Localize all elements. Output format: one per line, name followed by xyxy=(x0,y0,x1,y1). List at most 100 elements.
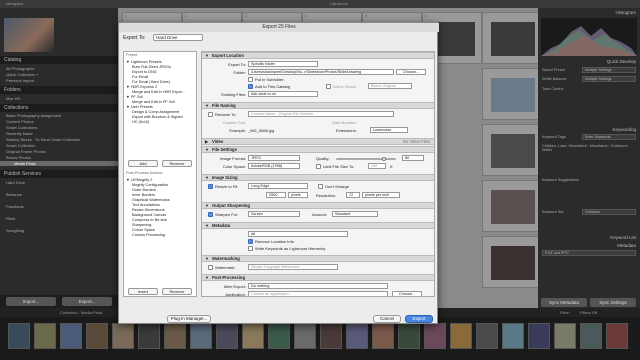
filmstrip-thumb[interactable] xyxy=(320,323,342,349)
preset-group[interactable]: ▼ HDR Express 2 xyxy=(126,85,157,89)
collection-item[interactable]: Recently Made xyxy=(6,131,33,136)
post-group[interactable]: ▼ LR/Mogrify 2 xyxy=(126,178,152,182)
after-export-select[interactable]: Do nothing xyxy=(248,283,388,289)
image-format-select[interactable]: JPEG xyxy=(248,155,300,161)
keywording-header[interactable]: Keywording xyxy=(538,126,640,133)
disclosure-triangle-icon[interactable]: ▼ xyxy=(205,175,209,180)
sharpen-checkbox[interactable] xyxy=(208,212,213,217)
preset-item[interactable]: HC (6x10) xyxy=(132,120,149,124)
folder-path-field[interactable]: /Users/shawnpeel/Desktop/No..r/Slideshow… xyxy=(248,69,394,75)
collection-item[interactable]: Stanley Works - To Send Smart Collection xyxy=(6,137,80,142)
filmstrip-thumb[interactable] xyxy=(294,323,316,349)
filmstrip-thumb[interactable] xyxy=(242,323,264,349)
collection-item-selected[interactable]: Media Picks xyxy=(0,161,118,166)
size-field[interactable]: 2500 xyxy=(266,192,286,198)
disclosure-triangle-icon[interactable]: ▼ xyxy=(205,223,209,228)
catalog-item[interactable]: Quick Collection + xyxy=(6,72,38,77)
keyword-set-select[interactable]: Outdoors xyxy=(582,209,636,215)
catalog-header[interactable]: Catalog xyxy=(0,56,118,64)
post-item[interactable]: Compress to file size xyxy=(132,218,167,222)
resize-mode-select[interactable]: Long Edge xyxy=(248,183,308,189)
section-export-location[interactable]: ▼ Export Location xyxy=(202,52,434,59)
collection-item[interactable]: Smart Collections xyxy=(6,125,37,130)
limit-size-checkbox[interactable] xyxy=(316,164,321,169)
white-balance-select[interactable]: Multiple Settings xyxy=(582,76,636,82)
disclosure-triangle-icon[interactable]: ▼ xyxy=(205,256,209,261)
rename-checkbox[interactable] xyxy=(208,112,213,117)
metadata-set-select[interactable]: EXIF and IPTC xyxy=(542,250,636,256)
choose-application-button[interactable]: Choose... xyxy=(392,291,422,296)
filmstrip-thumb[interactable] xyxy=(606,323,628,349)
preset-item[interactable]: Burn Full-Sized JPEGs xyxy=(132,65,171,69)
cell-thumbnail[interactable] xyxy=(491,134,535,168)
filmstrip-thumb[interactable] xyxy=(476,323,498,349)
filmstrip-source[interactable]: Collection : Media Picks xyxy=(60,310,102,315)
color-space-select[interactable]: AdobeRGB (1998) xyxy=(248,163,300,169)
disclosure-triangle-icon[interactable]: ▼ xyxy=(205,203,209,208)
collections-header[interactable]: Collections xyxy=(0,104,118,112)
section-watermarking[interactable]: ▼ Watermarking xyxy=(202,255,434,262)
collection-item[interactable]: Basic Photography Assignment xyxy=(6,113,61,118)
folders-header[interactable]: Folders xyxy=(0,86,118,94)
cell-thumbnail[interactable] xyxy=(491,246,535,280)
resolution-unit-select[interactable]: pixels per inch xyxy=(362,192,400,198)
catalog-item[interactable]: All Photographs xyxy=(6,66,34,71)
import-button[interactable]: Import... xyxy=(6,297,56,306)
navigator-preview[interactable] xyxy=(4,18,54,52)
preset-item[interactable]: Merge and Edit in PF Gdi xyxy=(132,100,175,104)
post-item[interactable]: Background Canvas xyxy=(132,213,166,217)
cell-thumbnail[interactable] xyxy=(491,190,535,224)
filmstrip-thumb[interactable] xyxy=(190,323,212,349)
remove-preset-button[interactable]: Remove xyxy=(162,160,192,167)
size-unit-select[interactable]: pixels xyxy=(288,192,308,198)
cancel-button[interactable]: Cancel xyxy=(373,315,401,323)
cell-thumbnail[interactable] xyxy=(491,78,535,112)
quick-develop-header[interactable]: Quick Develop xyxy=(538,58,640,65)
filmstrip-thumb[interactable] xyxy=(580,323,602,349)
disclosure-triangle-icon[interactable]: ▼ xyxy=(205,275,209,280)
sharpen-for-select[interactable]: Screen xyxy=(248,211,300,217)
filmstrip-thumb[interactable] xyxy=(424,323,446,349)
section-file-naming[interactable]: ▼ File Naming xyxy=(202,102,434,109)
post-item[interactable]: Colours Processing xyxy=(132,233,165,237)
keyword-tags-select[interactable]: Enter Keywords xyxy=(582,134,636,140)
filmstrip-thumb[interactable] xyxy=(398,323,420,349)
collection-item[interactable]: Content Photos xyxy=(6,119,34,124)
choose-folder-button[interactable]: Choose... xyxy=(396,69,426,75)
post-item[interactable]: Sharpening xyxy=(132,223,151,227)
publish-services-header[interactable]: Publish Services xyxy=(0,170,118,178)
filmstrip-thumb[interactable] xyxy=(112,323,134,349)
collection-item[interactable]: Original Frame Photos xyxy=(6,149,46,154)
publish-item[interactable]: Behance xyxy=(6,192,22,197)
keyword-list-header[interactable]: Keyword List xyxy=(538,234,640,241)
filmstrip-thumb[interactable] xyxy=(268,323,290,349)
export-to-select[interactable]: Hard Drive xyxy=(153,34,203,41)
sync-metadata-button[interactable]: Sync Metadata xyxy=(541,298,587,307)
histogram-header[interactable]: Histogram xyxy=(538,9,640,16)
filmstrip-thumb[interactable] xyxy=(528,323,550,349)
preset-group[interactable]: ▼ User Presets xyxy=(126,105,153,109)
filmstrip-thumb[interactable] xyxy=(34,323,56,349)
preset-item[interactable]: For Email (Hard Drive) xyxy=(132,80,170,84)
post-item[interactable]: Colour Space xyxy=(132,228,155,232)
insert-action-button[interactable]: Insert xyxy=(128,288,158,295)
watermark-select[interactable]: Simple Copyright Watermark xyxy=(248,264,338,270)
preset-group[interactable]: ▼ PF Gdi xyxy=(126,95,143,99)
collection-item[interactable]: Bonus Photos xyxy=(6,155,31,160)
preset-group[interactable]: ▼ Lightroom Presets xyxy=(126,60,162,64)
add-preset-button[interactable]: Add xyxy=(128,160,158,167)
disclosure-triangle-icon[interactable]: ▼ xyxy=(205,147,209,152)
collection-item[interactable]: Smart Collection xyxy=(6,143,35,148)
disclosure-triangle-icon[interactable]: ▼ xyxy=(205,53,209,58)
filmstrip-thumb[interactable] xyxy=(554,323,576,349)
write-keywords-checkbox[interactable] xyxy=(248,246,253,251)
saved-preset-select[interactable]: Multiple Settings xyxy=(582,67,636,73)
post-item[interactable]: Resize Dimensions xyxy=(132,208,165,212)
section-video[interactable]: ▶ Video No Video Files xyxy=(202,138,434,145)
publish-item[interactable]: Facebook xyxy=(6,204,24,209)
filmstrip-thumb[interactable] xyxy=(450,323,472,349)
post-item[interactable]: Graphical Watermarks xyxy=(132,198,170,202)
quality-slider-knob[interactable] xyxy=(382,157,386,161)
preset-item[interactable]: Merge and Edit in HDR Expre... xyxy=(132,90,185,94)
grid-cell[interactable] xyxy=(482,180,542,232)
